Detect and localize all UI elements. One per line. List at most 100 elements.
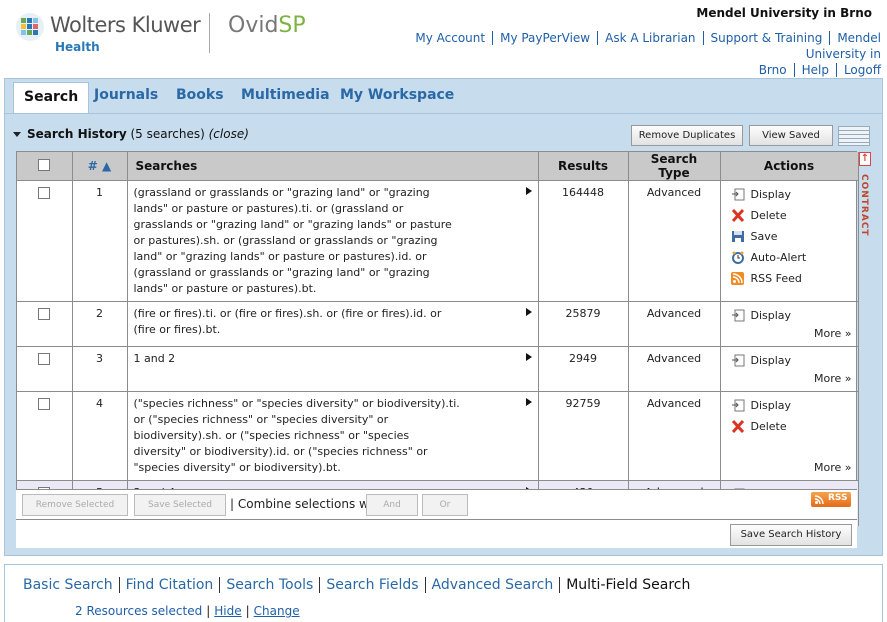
search-number: 3 bbox=[72, 346, 128, 392]
delete-action[interactable]: Delete bbox=[727, 417, 852, 438]
delete-action[interactable]: Delete bbox=[727, 206, 852, 227]
column-header-results: Results bbox=[538, 152, 629, 181]
display-action[interactable]: Display bbox=[727, 351, 852, 372]
row-checkbox[interactable] bbox=[38, 187, 51, 199]
tab-search-tools[interactable]: Search Tools bbox=[219, 577, 320, 593]
expand-arrow-icon[interactable] bbox=[525, 187, 532, 195]
top-links: My Account My PayPerView Ask A Librarian Su… bbox=[351, 30, 881, 78]
table-row: 1 (grassland or grasslands or "grazing l… bbox=[17, 180, 859, 302]
search-type: Advanced bbox=[628, 346, 721, 392]
product-logo: OvidSP bbox=[228, 13, 306, 38]
column-header-number[interactable]: # ▲ bbox=[72, 152, 128, 181]
hide-link[interactable]: Hide bbox=[214, 604, 241, 618]
ask-librarian-link[interactable]: Ask A Librarian bbox=[597, 31, 703, 45]
tab-advanced-search[interactable]: Advanced Search bbox=[424, 577, 560, 593]
tab-search[interactable]: Search bbox=[13, 82, 90, 114]
column-header-search-type: Search Type bbox=[628, 152, 721, 181]
expand-arrow-icon[interactable] bbox=[525, 353, 532, 361]
change-link[interactable]: Change bbox=[254, 604, 300, 618]
row-checkbox[interactable] bbox=[38, 398, 51, 410]
tab-multimedia[interactable]: Multimedia bbox=[241, 87, 330, 103]
remove-selected-button[interactable]: Remove Selected bbox=[22, 494, 128, 516]
expand-arrow-icon[interactable] bbox=[525, 308, 532, 316]
tab-multi-field-search[interactable]: Multi-Field Search bbox=[559, 577, 697, 593]
tab-find-citation[interactable]: Find Citation bbox=[118, 577, 220, 593]
save-selected-button[interactable]: Save Selected bbox=[134, 494, 226, 516]
save-history-bar: Save Search History bbox=[16, 519, 857, 548]
combine-or-button[interactable]: Or bbox=[422, 494, 468, 516]
delete-icon bbox=[731, 420, 744, 433]
resources-selected: 2 Resources selected | Hide | Change bbox=[75, 604, 300, 618]
search-query[interactable]: (grassland or grasslands or "grazing lan… bbox=[134, 185, 464, 297]
table-row: 3 1 and 2 2949 Advanced Display More » bbox=[17, 346, 859, 392]
column-header-actions: Actions bbox=[720, 152, 859, 181]
rss-icon bbox=[730, 272, 744, 285]
header: Wolters Kluwer Health OvidSP Mendel Univ… bbox=[0, 0, 887, 78]
select-all-checkbox[interactable] bbox=[38, 158, 51, 171]
row-checkbox[interactable] bbox=[38, 308, 51, 320]
contract-arrow-icon[interactable]: ↑ bbox=[859, 152, 871, 166]
search-query[interactable]: ("species richness" or "species diversit… bbox=[134, 396, 464, 476]
search-history-header[interactable]: Search History (5 searches) (close) bbox=[13, 127, 249, 141]
table-row: 4 ("species richness" or "species divers… bbox=[17, 391, 859, 481]
my-account-link[interactable]: My Account bbox=[408, 31, 492, 45]
tab-journals[interactable]: Journals bbox=[94, 87, 158, 103]
search-query[interactable]: 1 and 2 bbox=[134, 351, 464, 367]
view-saved-button[interactable]: View Saved bbox=[749, 125, 833, 146]
column-header-searches: Searches bbox=[127, 152, 539, 181]
search-mode-tabs: Basic Search Find Citation Search Tools Sea… bbox=[23, 577, 697, 593]
tab-my-workspace[interactable]: My Workspace bbox=[340, 87, 454, 103]
result-count[interactable]: 2949 bbox=[538, 346, 629, 392]
combine-and-button[interactable]: And bbox=[366, 494, 418, 516]
search-number: 4 bbox=[72, 391, 128, 481]
list-view-icon[interactable] bbox=[838, 126, 870, 146]
display-icon bbox=[731, 399, 744, 412]
brand-name: Wolters Kluwer bbox=[50, 13, 201, 37]
row-checkbox[interactable] bbox=[38, 353, 51, 365]
search-type: Advanced bbox=[628, 301, 721, 347]
logoff-link[interactable]: Logoff bbox=[835, 63, 881, 77]
display-icon bbox=[731, 354, 744, 367]
brand-sub: Health bbox=[55, 40, 100, 54]
tab-search-fields[interactable]: Search Fields bbox=[319, 577, 425, 593]
result-count[interactable]: 164448 bbox=[538, 180, 629, 302]
logo-divider bbox=[209, 13, 210, 53]
table-row: 2 (fire or fires).ti. or (fire or fires)… bbox=[17, 301, 859, 347]
institution-name: Mendel University in Brno bbox=[696, 6, 872, 20]
save-search-history-button[interactable]: Save Search History bbox=[730, 524, 852, 546]
wolters-kluwer-logo-icon bbox=[16, 13, 44, 41]
close-history-link[interactable]: (close) bbox=[209, 127, 249, 141]
result-count[interactable]: 25879 bbox=[538, 301, 629, 347]
search-number: 1 bbox=[72, 180, 128, 302]
more-link[interactable]: More » bbox=[814, 460, 852, 476]
auto-alert-action[interactable]: Auto-Alert bbox=[727, 248, 852, 269]
result-count[interactable]: 92759 bbox=[538, 391, 629, 481]
institution-link-cont[interactable]: Brno bbox=[752, 63, 794, 77]
combine-label: | Combine selections with: bbox=[230, 497, 389, 511]
tab-basic-search[interactable]: Basic Search bbox=[23, 577, 119, 593]
search-type: Advanced bbox=[628, 180, 721, 302]
display-action[interactable]: Display bbox=[727, 396, 852, 417]
alarm-clock-icon bbox=[731, 251, 744, 264]
delete-icon bbox=[731, 209, 744, 222]
save-action[interactable]: Save bbox=[727, 227, 852, 248]
my-payperview-link[interactable]: My PayPerView bbox=[492, 31, 598, 45]
more-link[interactable]: More » bbox=[814, 326, 852, 342]
search-query[interactable]: (fire or fires).ti. or (fire or fires).s… bbox=[134, 306, 464, 338]
more-link[interactable]: More » bbox=[814, 371, 852, 387]
save-icon bbox=[731, 231, 744, 242]
help-link[interactable]: Help bbox=[793, 63, 836, 77]
search-mode-panel: Basic Search Find Citation Search Tools Sea… bbox=[4, 564, 883, 622]
rss-feed-action[interactable]: RSS Feed bbox=[727, 269, 852, 290]
remove-duplicates-button[interactable]: Remove Duplicates bbox=[631, 125, 743, 146]
display-action[interactable]: Display bbox=[727, 185, 852, 206]
display-icon bbox=[731, 188, 744, 201]
display-action[interactable]: Display bbox=[727, 306, 852, 327]
selection-actions-bar: Remove Selected Save Selected | Combine … bbox=[16, 489, 857, 519]
contract-toggle[interactable]: ↑ CONTRACT bbox=[859, 152, 875, 242]
support-training-link[interactable]: Support & Training bbox=[702, 31, 830, 45]
rss-badge-button[interactable]: RSS bbox=[811, 492, 851, 507]
collapse-triangle-icon[interactable] bbox=[13, 132, 21, 137]
tab-books[interactable]: Books bbox=[176, 87, 224, 103]
expand-arrow-icon[interactable] bbox=[525, 398, 532, 406]
